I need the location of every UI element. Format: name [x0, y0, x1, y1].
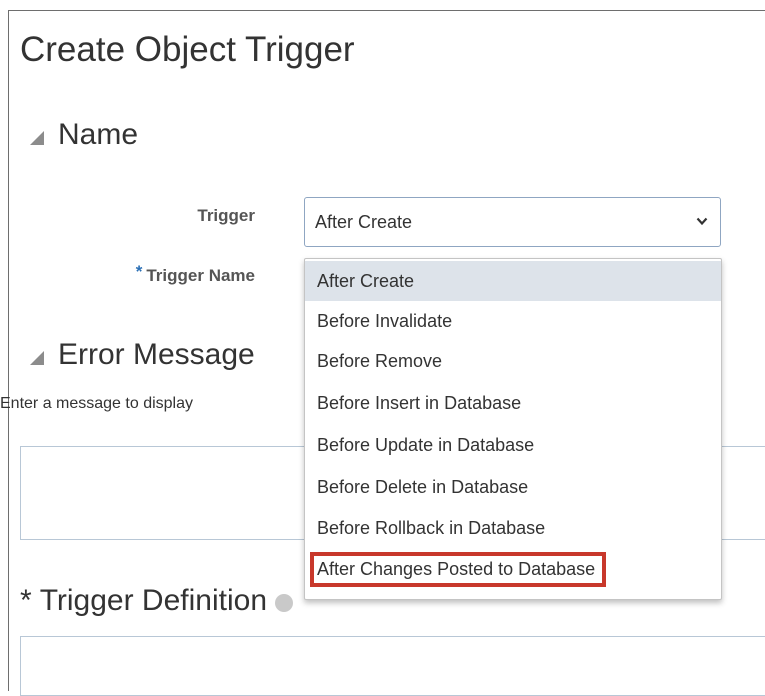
section-name-label: Name [58, 118, 139, 151]
page-title: Create Object Trigger [20, 30, 355, 69]
dropdown-option-highlighted[interactable]: After Changes Posted to Database [305, 549, 721, 589]
dropdown-option[interactable]: Before Delete in Database [305, 467, 721, 507]
trigger-select-value: After Create [315, 211, 413, 232]
section-error-message-header[interactable]: Error Message [30, 338, 255, 372]
section-name-header[interactable]: Name [30, 118, 138, 152]
triangle-collapse-icon[interactable] [30, 351, 44, 365]
section-trigger-definition-label: Trigger Definition [39, 584, 268, 617]
dropdown-option[interactable]: Before Invalidate [305, 301, 721, 341]
dropdown-option-label: Before Rollback in Database [317, 517, 546, 538]
required-marker: * [135, 262, 143, 281]
dropdown-option-label: Before Update in Database [317, 434, 535, 455]
trigger-select[interactable]: After Create [304, 197, 721, 247]
dropdown-option[interactable]: Before Insert in Database [305, 383, 721, 423]
trigger-definition-editor[interactable] [20, 636, 765, 696]
dropdown-option[interactable]: After Create [305, 261, 721, 301]
triangle-collapse-icon[interactable] [30, 131, 44, 145]
dropdown-option[interactable]: Before Rollback in Database [305, 508, 721, 548]
dropdown-option-label: After Changes Posted to Database [309, 551, 607, 587]
trigger-label: Trigger [197, 206, 255, 225]
dropdown-option-label: Before Remove [317, 350, 443, 371]
section-error-message-label: Error Message [58, 338, 255, 371]
dropdown-option[interactable]: Before Update in Database [305, 425, 721, 465]
section-trigger-definition-header: * Trigger Definition [20, 584, 294, 618]
info-icon[interactable] [275, 594, 294, 612]
trigger-name-label-text: Trigger Name [146, 266, 255, 285]
required-marker: * [20, 584, 32, 617]
dropdown-option-label: After Create [317, 270, 415, 291]
dropdown-option[interactable]: Before Remove [305, 341, 721, 381]
trigger-name-label: * Trigger Name [136, 262, 255, 286]
error-message-help-text: Enter a message to display [0, 395, 193, 412]
dropdown-option-label: Before Insert in Database [317, 392, 522, 413]
trigger-dropdown-list: After Create Before Invalidate Before Re… [304, 258, 722, 600]
chevron-down-icon[interactable] [696, 215, 708, 227]
dropdown-option-label: Before Invalidate [317, 310, 453, 331]
dropdown-option-label: Before Delete in Database [317, 476, 529, 497]
